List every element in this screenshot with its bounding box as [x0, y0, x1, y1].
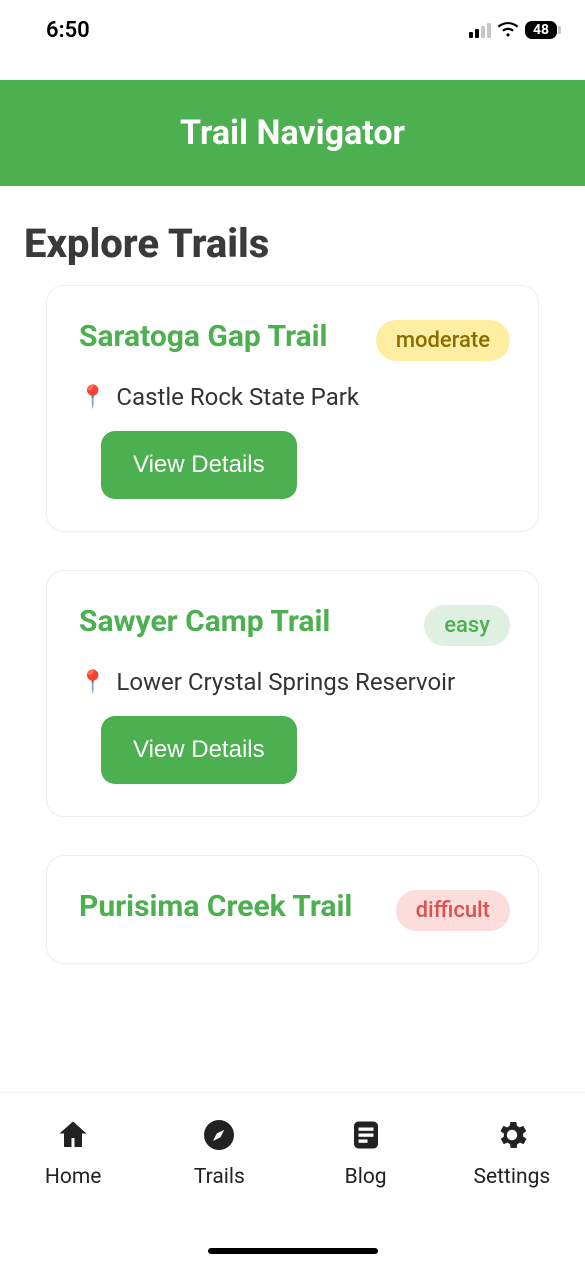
trail-card-header: Saratoga Gap Trail moderate: [79, 316, 510, 361]
bottom-nav: Home Trails Blog Settings: [0, 1092, 585, 1266]
trail-location: 📍 Lower Crystal Springs Reservoir: [79, 668, 510, 696]
trail-name: Purisima Creek Trail: [79, 886, 352, 928]
document-icon: [346, 1115, 386, 1155]
app-title: Trail Navigator: [180, 113, 405, 153]
trails-list: Saratoga Gap Trail moderate 📍 Castle Roc…: [0, 285, 585, 1075]
trail-location-text: Lower Crystal Springs Reservoir: [116, 668, 455, 696]
nav-item-blog[interactable]: Blog: [316, 1115, 416, 1189]
gear-icon: [492, 1115, 532, 1155]
pin-icon: 📍: [79, 385, 106, 410]
difficulty-badge: difficult: [396, 890, 510, 931]
status-time: 6:50: [46, 18, 90, 43]
trail-card: Saratoga Gap Trail moderate 📍 Castle Roc…: [46, 285, 539, 532]
view-details-button[interactable]: View Details: [101, 431, 297, 499]
trail-location: 📍 Castle Rock State Park: [79, 383, 510, 411]
difficulty-badge: moderate: [376, 320, 510, 361]
app-header: Trail Navigator: [0, 80, 585, 186]
nav-item-trails[interactable]: Trails: [169, 1115, 269, 1189]
difficulty-badge: easy: [424, 605, 510, 646]
battery-icon: 48: [525, 21, 557, 39]
nav-label: Trails: [194, 1165, 245, 1189]
trail-name: Saratoga Gap Trail: [79, 316, 328, 358]
wifi-icon: [497, 22, 519, 38]
nav-item-home[interactable]: Home: [23, 1115, 123, 1189]
nav-item-settings[interactable]: Settings: [462, 1115, 562, 1189]
home-indicator: [208, 1248, 378, 1254]
cellular-signal-icon: [469, 22, 491, 38]
trail-name: Sawyer Camp Trail: [79, 601, 330, 643]
trail-card: Purisima Creek Trail difficult: [46, 855, 539, 964]
status-icons: 48: [469, 21, 557, 39]
view-details-button[interactable]: View Details: [101, 716, 297, 784]
nav-label: Blog: [345, 1165, 387, 1189]
status-bar: 6:50 48: [0, 0, 585, 56]
trail-card-header: Purisima Creek Trail difficult: [79, 886, 510, 931]
nav-label: Home: [45, 1165, 102, 1189]
nav-label: Settings: [474, 1165, 551, 1189]
page-title: Explore Trails: [0, 186, 585, 285]
trail-location-text: Castle Rock State Park: [116, 383, 359, 411]
pin-icon: 📍: [79, 670, 106, 695]
compass-icon: [199, 1115, 239, 1155]
trail-card: Sawyer Camp Trail easy 📍 Lower Crystal S…: [46, 570, 539, 817]
trail-card-header: Sawyer Camp Trail easy: [79, 601, 510, 646]
battery-level: 48: [533, 22, 549, 38]
home-icon: [53, 1115, 93, 1155]
